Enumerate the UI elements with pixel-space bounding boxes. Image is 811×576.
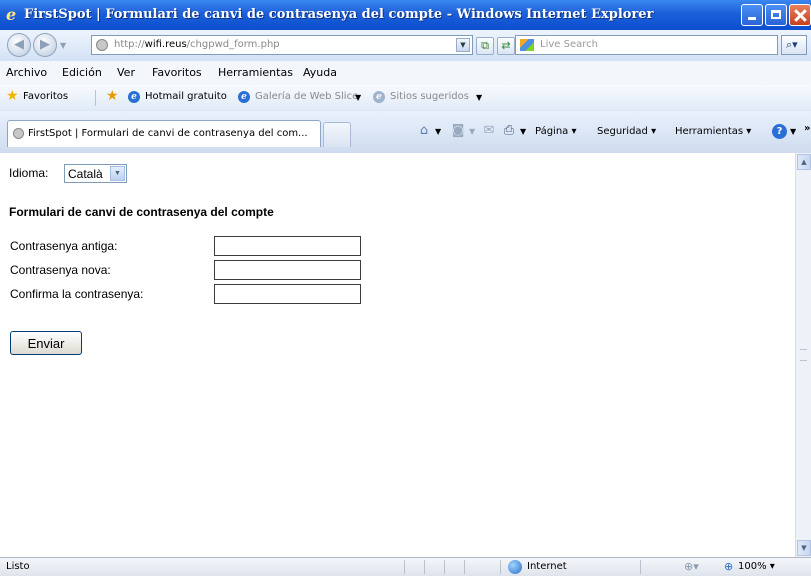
favorites-bar: ★ Favoritos ★ e Hotmail gratuito e Galer… [0, 85, 811, 112]
zoom-icon: ⊕ [724, 560, 734, 573]
new-password-input[interactable] [214, 260, 361, 280]
menu-ver[interactable]: Ver [117, 66, 135, 79]
address-bar: ◀ ▶ ▼ http://wifi.reus/chgpwd_form.php ▼… [0, 30, 811, 62]
old-password-label: Contrasenya antiga: [10, 239, 118, 253]
back-arrow-icon: ◀ [14, 37, 24, 52]
zoom-level[interactable]: 100% ▾ [738, 561, 775, 572]
status-bar: Listo Internet ⊕▾ ⊕ 100% ▾ [0, 557, 811, 576]
url-field[interactable]: http://wifi.reus/chgpwd_form.php ▼ [91, 35, 473, 55]
confirm-password-label: Confirma la contrasenya: [10, 287, 144, 301]
language-label: Idioma: [9, 166, 49, 180]
separator [95, 90, 96, 106]
help-dropdown-icon[interactable]: ▼ [790, 127, 796, 136]
submit-button[interactable]: Enviar [10, 331, 82, 355]
form-title: Formulari de canvi de contrasenya del co… [9, 205, 274, 219]
live-search-icon [520, 39, 534, 51]
search-input[interactable]: Live Search [515, 35, 778, 55]
chevron-down-icon: ▼ [110, 166, 125, 181]
hotmail-link[interactable]: Hotmail gratuito [145, 91, 227, 102]
close-window-button[interactable] [789, 4, 811, 26]
tab-page-icon [13, 128, 24, 139]
menu-ayuda[interactable]: Ayuda [303, 66, 337, 79]
favorites-button[interactable]: Favoritos [23, 91, 68, 102]
menu-bar: Archivo Edición Ver Favoritos Herramient… [0, 61, 811, 86]
maximize-button[interactable] [765, 4, 787, 26]
favorites-star-icon: ★ [6, 88, 19, 104]
menu-favoritos[interactable]: Favoritos [152, 66, 202, 79]
webslice-icon: e [238, 91, 250, 103]
add-favorite-icon[interactable]: ★ [106, 88, 119, 104]
forward-button[interactable]: ▶ [33, 33, 57, 57]
scroll-up-button[interactable]: ▲ [797, 154, 811, 170]
internet-zone-icon [508, 560, 522, 574]
old-password-input[interactable] [214, 236, 361, 256]
tools-menu[interactable]: Herramientas ▾ [675, 126, 751, 137]
menu-edicion[interactable]: Edición [62, 66, 102, 79]
status-separator [424, 560, 425, 574]
suggested-sites-icon: e [373, 91, 385, 103]
status-text: Listo [6, 561, 30, 572]
tab-command-bar: FirstSpot | Formulari de canvi de contra… [0, 111, 811, 154]
menu-archivo[interactable]: Archivo [6, 66, 47, 79]
url-dropdown-icon[interactable]: ▼ [456, 38, 470, 52]
security-menu[interactable]: Seguridad ▾ [597, 126, 656, 137]
status-separator [464, 560, 465, 574]
search-placeholder: Live Search [540, 39, 598, 50]
status-separator [404, 560, 405, 574]
back-button[interactable]: ◀ [7, 33, 31, 57]
home-dropdown-icon[interactable]: ▼ [435, 127, 441, 136]
magnifier-icon: ⌕▾ [786, 38, 798, 51]
suggested-dropdown-icon[interactable]: ▼ [476, 93, 482, 102]
status-separator [640, 560, 641, 574]
security-zone[interactable]: Internet [527, 561, 567, 572]
history-dropdown-icon[interactable]: ▼ [60, 41, 66, 50]
new-tab-button[interactable] [323, 122, 351, 147]
language-value: Català [68, 167, 103, 181]
status-separator [444, 560, 445, 574]
feeds-dropdown-icon[interactable]: ▼ [469, 127, 475, 136]
protected-mode-icon[interactable]: ⊕▾ [684, 560, 699, 573]
page-icon [96, 39, 108, 51]
page-content: Idioma: Català ▼ Formulari de canvi de c… [0, 153, 795, 557]
url-text: http://wifi.reus/chgpwd_form.php [114, 39, 280, 50]
print-icon[interactable]: ⎙ [501, 123, 517, 139]
feeds-icon[interactable]: ◙ [450, 123, 466, 139]
new-password-label: Contrasenya nova: [10, 263, 111, 277]
webslice-link[interactable]: Galería de Web Slice [255, 91, 358, 102]
suggested-sites-link[interactable]: Sitios sugeridos [390, 91, 469, 102]
internet-explorer-icon: e [6, 5, 17, 24]
compatibility-view-button[interactable]: ⧉ [476, 37, 494, 55]
page-menu[interactable]: Página ▾ [535, 126, 577, 137]
menu-herramientas[interactable]: Herramientas [218, 66, 293, 79]
print-dropdown-icon[interactable]: ▼ [520, 127, 526, 136]
window-title: FirstSpot | Formulari de canvi de contra… [24, 7, 654, 22]
tab-label: FirstSpot | Formulari de canvi de contra… [28, 128, 308, 139]
read-mail-icon[interactable]: ✉ [481, 123, 497, 139]
status-separator [500, 560, 501, 574]
scroll-down-button[interactable]: ▼ [797, 540, 811, 556]
language-select[interactable]: Català ▼ [64, 164, 127, 183]
help-icon[interactable]: ? [772, 124, 787, 139]
forward-arrow-icon: ▶ [40, 37, 50, 52]
hotmail-icon: e [128, 91, 140, 103]
webslice-dropdown-icon[interactable]: ▼ [355, 93, 361, 102]
scroll-grip [800, 349, 807, 361]
tab-firstspot[interactable]: FirstSpot | Formulari de canvi de contra… [7, 120, 321, 147]
refresh-button[interactable]: ⇄ [497, 37, 515, 55]
title-bar: e FirstSpot | Formulari de canvi de cont… [0, 0, 811, 30]
home-icon[interactable]: ⌂ [416, 123, 432, 139]
more-commands-icon[interactable]: » [804, 123, 810, 134]
search-button[interactable]: ⌕▾ [781, 35, 807, 55]
confirm-password-input[interactable] [214, 284, 361, 304]
vertical-scrollbar[interactable]: ▲ ▼ [795, 153, 811, 557]
minimize-button[interactable] [741, 4, 763, 26]
